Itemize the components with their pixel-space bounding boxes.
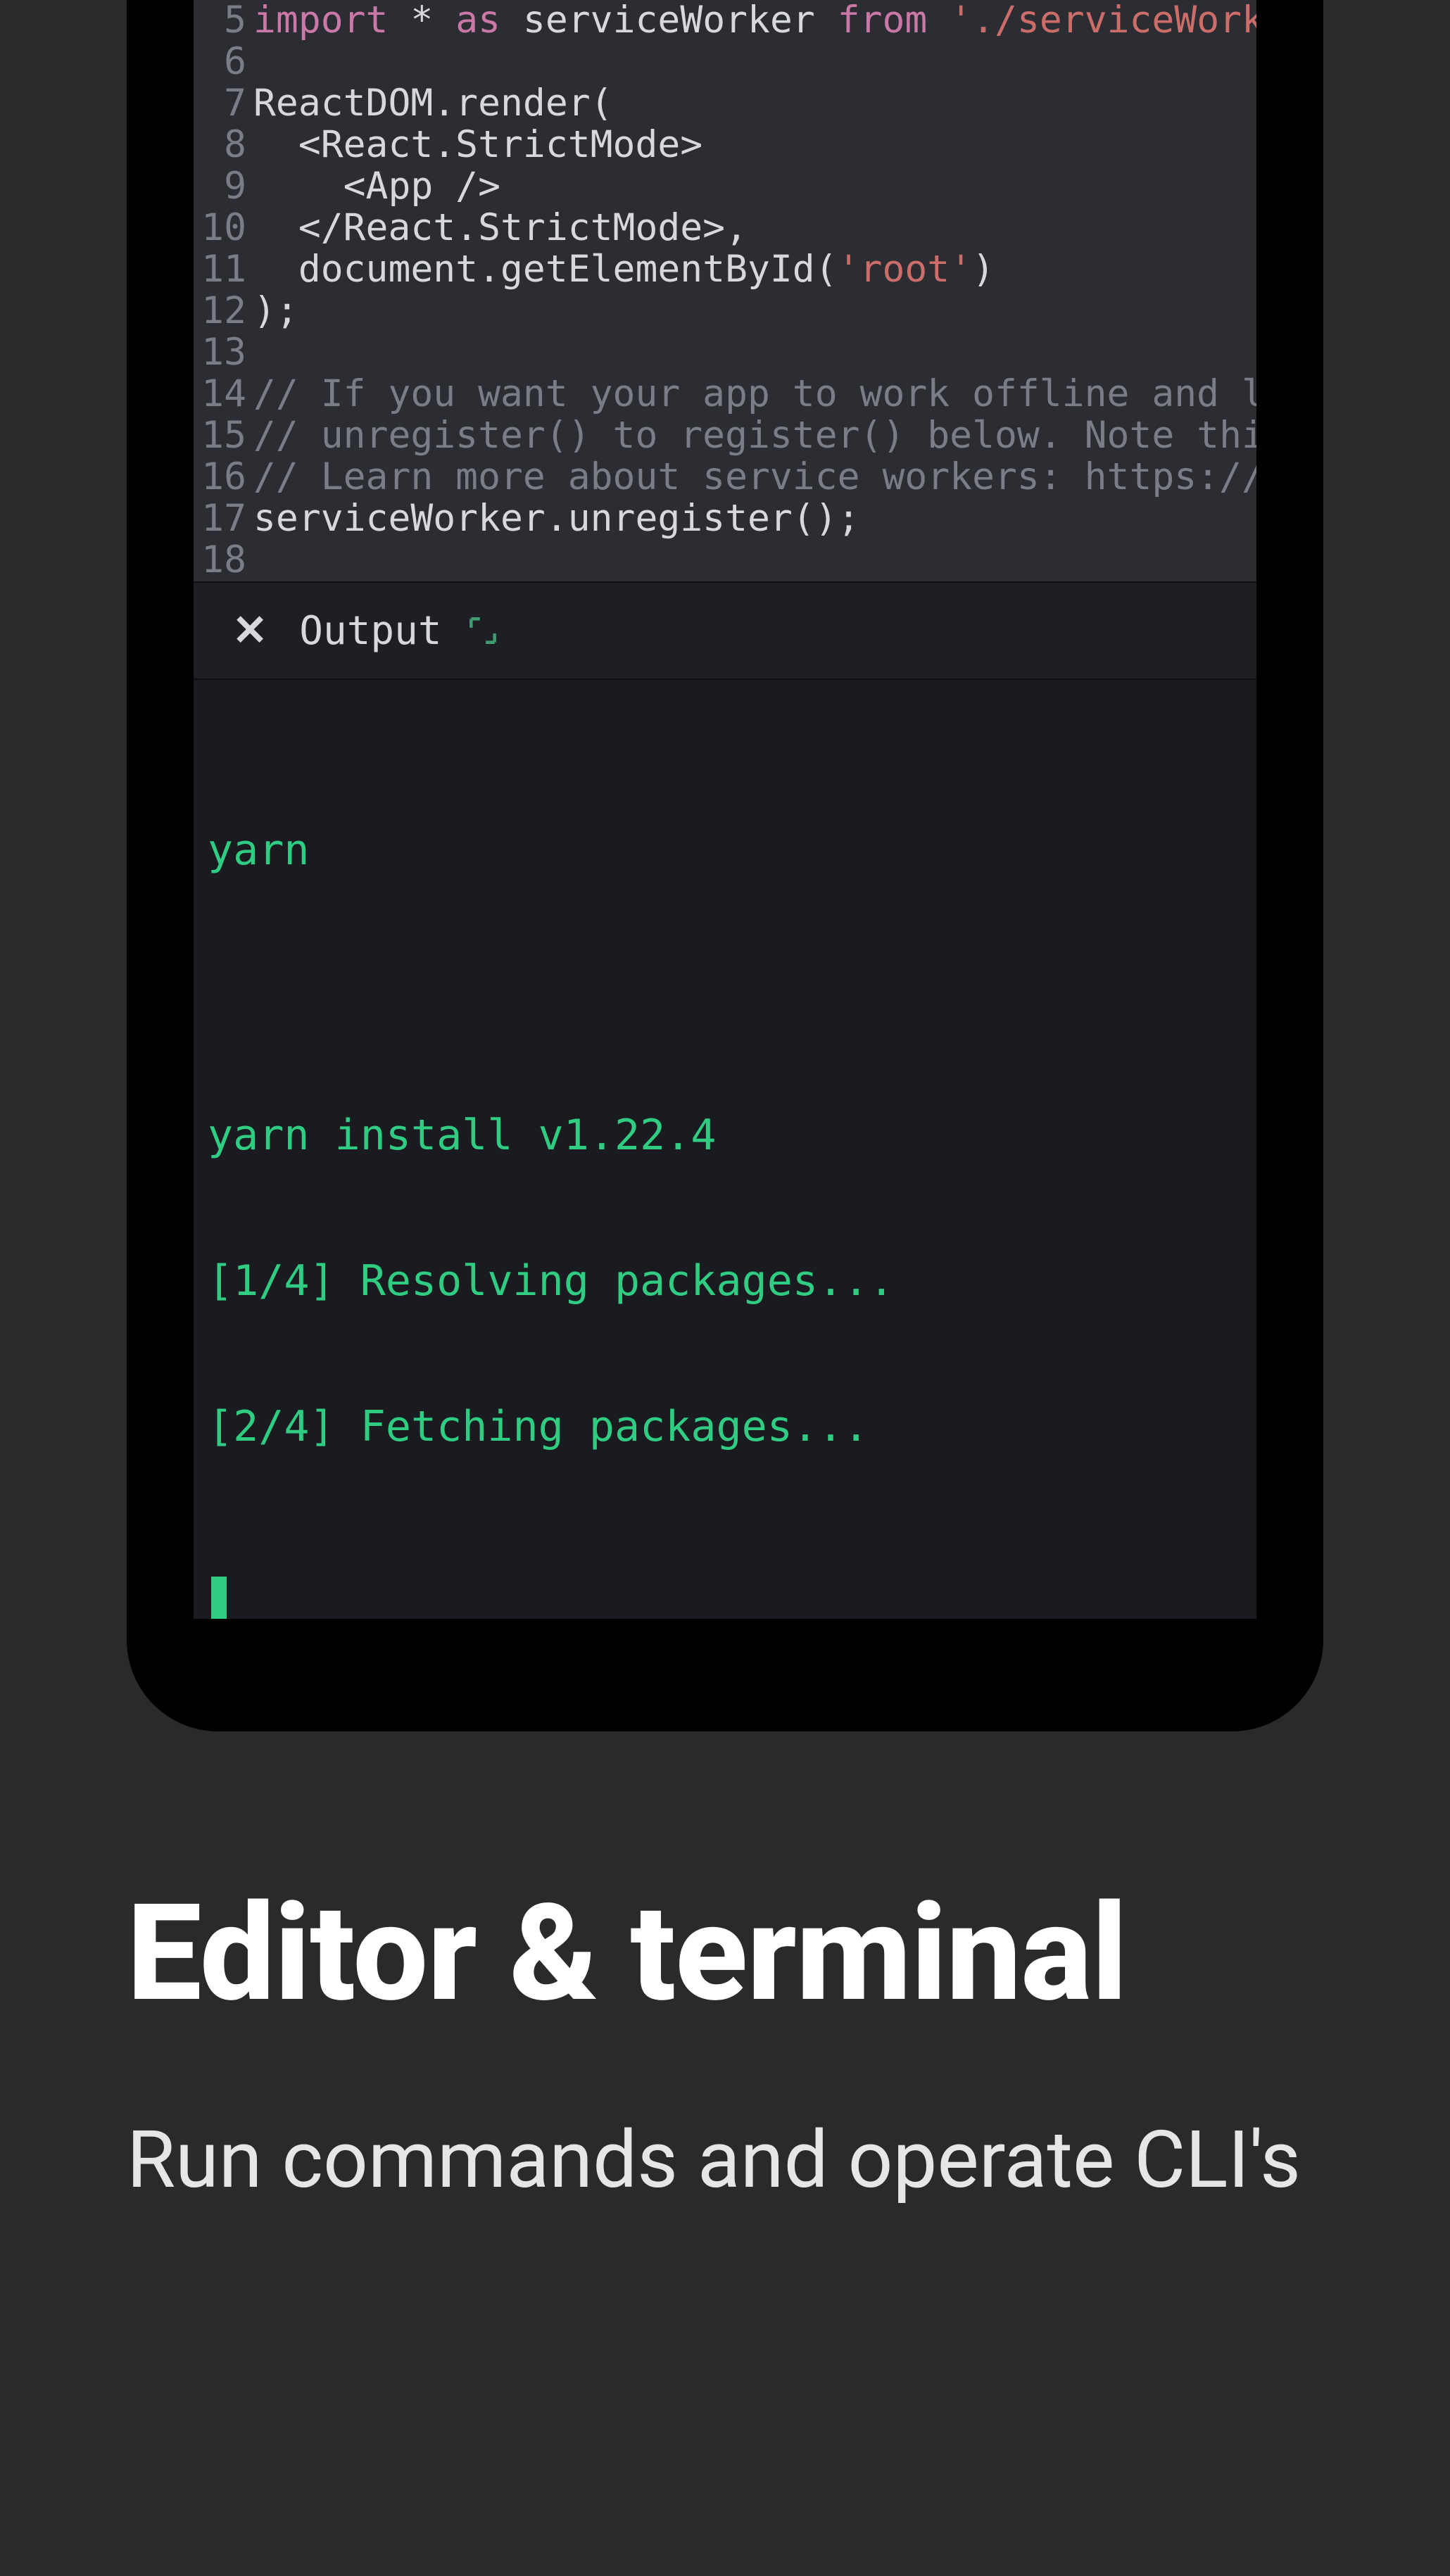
- code-line[interactable]: // If you want your app to work offline …: [253, 374, 1256, 415]
- line-number: 12: [194, 291, 246, 332]
- line-number: 17: [194, 498, 246, 540]
- code-line[interactable]: );: [253, 291, 1256, 332]
- spinner-icon: [465, 613, 500, 648]
- terminal-output[interactable]: yarn yarn install v1.22.4 [1/4] Resolvin…: [194, 680, 1256, 1619]
- line-number-gutter: 56789101112131415161718: [194, 0, 253, 581]
- line-number: 14: [194, 374, 246, 415]
- promo-subheading: Run commands and operate CLI's: [127, 2107, 1323, 2216]
- device-frame: 56789101112131415161718 import * as serv…: [127, 0, 1323, 1731]
- code-line[interactable]: // unregister() to register() below. Not…: [253, 415, 1256, 457]
- terminal-line: [2/4] Fetching packages...: [208, 1403, 1228, 1451]
- line-number: 11: [194, 249, 246, 291]
- code-line[interactable]: [253, 332, 1256, 374]
- close-icon[interactable]: ✕: [232, 610, 267, 652]
- output-panel-header: ✕ Output: [194, 581, 1256, 680]
- code-editor[interactable]: 56789101112131415161718 import * as serv…: [194, 0, 1256, 581]
- code-line[interactable]: document.getElementById('root'): [253, 249, 1256, 291]
- line-number: 9: [194, 166, 246, 208]
- code-line[interactable]: [253, 42, 1256, 83]
- promo-heading: Editor & terminal: [127, 1879, 1323, 2029]
- line-number: 7: [194, 83, 246, 125]
- promo-text-block: Editor & terminal Run commands and opera…: [127, 1879, 1323, 2215]
- terminal-command: yarn: [208, 826, 1228, 875]
- code-line[interactable]: [253, 540, 1256, 581]
- line-number: 18: [194, 540, 246, 581]
- line-number: 5: [194, 0, 246, 42]
- line-number: 8: [194, 125, 246, 166]
- code-line[interactable]: import * as serviceWorker from './servic…: [253, 0, 1256, 42]
- code-line[interactable]: // Learn more about service workers: htt…: [253, 457, 1256, 498]
- line-number: 6: [194, 42, 246, 83]
- code-content[interactable]: import * as serviceWorker from './servic…: [253, 0, 1256, 581]
- terminal-line: yarn install v1.22.4: [208, 1111, 1228, 1160]
- line-number: 13: [194, 332, 246, 374]
- output-tab-label[interactable]: Output: [299, 608, 441, 654]
- code-line[interactable]: <App />: [253, 166, 1256, 208]
- line-number: 15: [194, 415, 246, 457]
- code-line[interactable]: serviceWorker.unregister();: [253, 498, 1256, 540]
- code-line[interactable]: <React.StrictMode>: [253, 125, 1256, 166]
- line-number: 16: [194, 457, 246, 498]
- code-line[interactable]: ReactDOM.render(: [253, 83, 1256, 125]
- app-screen: 56789101112131415161718 import * as serv…: [194, 0, 1256, 1619]
- line-number: 10: [194, 208, 246, 249]
- terminal-line: [1/4] Resolving packages...: [208, 1257, 1228, 1306]
- code-line[interactable]: </React.StrictMode>,: [253, 208, 1256, 249]
- terminal-cursor: [211, 1577, 227, 1619]
